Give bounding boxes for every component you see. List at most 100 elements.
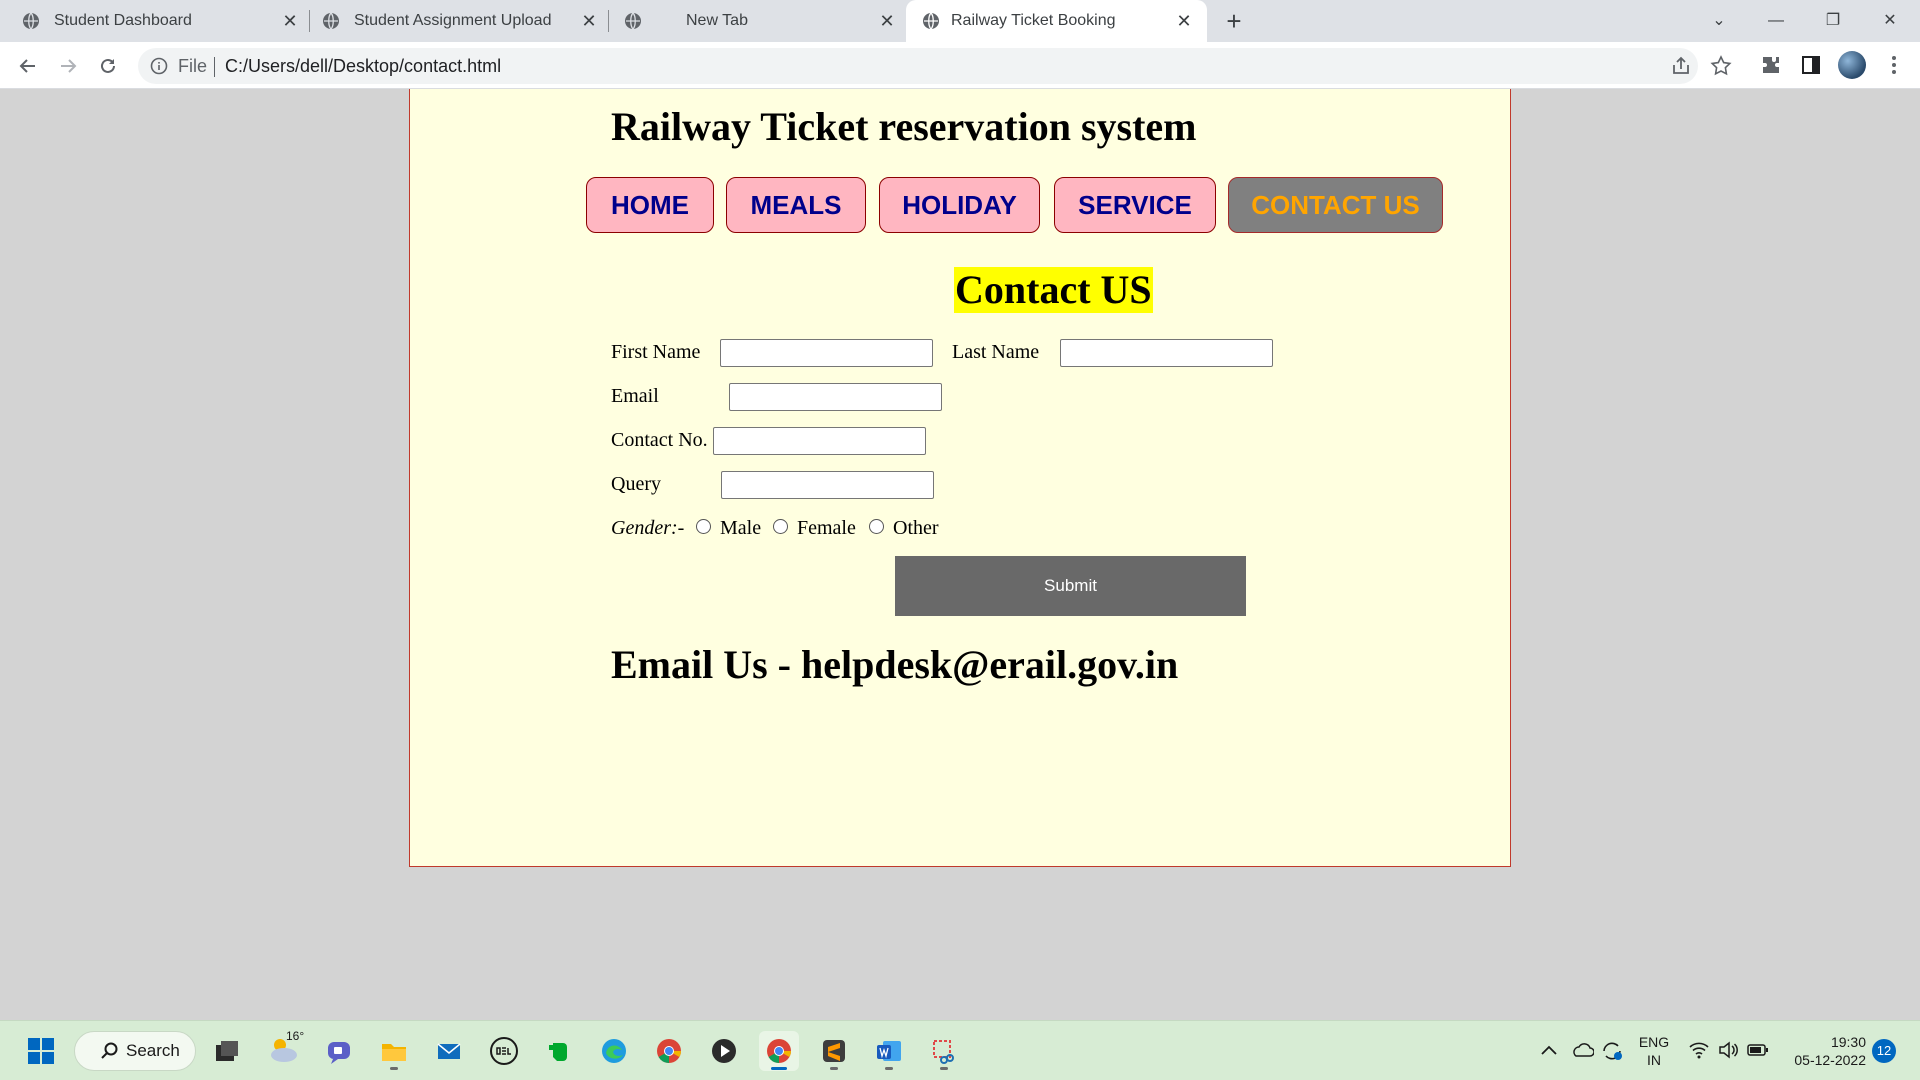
language-secondary[interactable]: IN [1636, 1051, 1672, 1069]
browser-toolbar: File C:/Users/dell/Desktop/contact.html [0, 42, 1920, 89]
scheme-label: File [178, 56, 208, 76]
site-title: Railway Ticket reservation system [611, 104, 1197, 149]
chevron-up-icon[interactable] [1540, 1043, 1558, 1057]
onedrive-cloud-icon[interactable] [1570, 1041, 1594, 1059]
tab-student-assignment-upload[interactable]: Student Assignment Upload ✕ [300, 0, 606, 42]
weather-temperature: 16° [286, 1029, 305, 1043]
globe-icon [625, 12, 641, 30]
globe-icon [323, 12, 339, 30]
close-tab-icon[interactable]: ✕ [877, 11, 897, 31]
globe-icon [923, 12, 939, 30]
close-tab-icon[interactable]: ✕ [1174, 11, 1194, 31]
taskbar-search[interactable]: Search [74, 1031, 196, 1071]
share-icon[interactable] [1670, 55, 1692, 77]
first-name-label: First Name [611, 341, 701, 363]
nav-home-button[interactable]: HOME [586, 177, 714, 233]
contact-no-input[interactable] [713, 427, 926, 455]
chrome-active-icon[interactable] [759, 1031, 799, 1071]
profile-avatar[interactable] [1838, 51, 1866, 79]
dell-icon[interactable] [484, 1031, 524, 1071]
battery-icon[interactable] [1747, 1043, 1769, 1057]
chrome-icon[interactable] [649, 1031, 689, 1071]
globe-icon [23, 12, 39, 30]
teams-chat-icon[interactable] [319, 1031, 359, 1071]
tab-new-tab[interactable]: New Tab ✕ [600, 0, 906, 42]
start-windows-icon[interactable] [21, 1031, 61, 1071]
gender-other-label: Other [893, 517, 939, 539]
extensions-puzzle-icon[interactable] [1759, 53, 1783, 77]
tab-title: Student Dashboard [54, 12, 192, 29]
contact-heading: Contact US [954, 267, 1153, 313]
tab-title: Student Assignment Upload [354, 12, 552, 29]
restore-button[interactable]: ❐ [1815, 6, 1851, 36]
bookmark-star-icon[interactable] [1710, 55, 1732, 77]
back-arrow-icon[interactable] [12, 50, 44, 82]
address-bar[interactable]: File C:/Users/dell/Desktop/contact.html [138, 48, 1732, 84]
first-name-input[interactable] [720, 339, 933, 367]
close-tab-icon[interactable]: ✕ [579, 11, 599, 31]
close-window-button[interactable]: ✕ [1872, 6, 1908, 36]
email-label: Email [611, 385, 659, 407]
reload-icon[interactable] [92, 50, 124, 82]
gender-other-radio[interactable] [869, 519, 884, 534]
running-indicator [885, 1067, 893, 1070]
tab-title: Railway Ticket Booking [951, 12, 1116, 29]
weather-widget-icon[interactable]: 16° [264, 1029, 304, 1071]
sublime-text-icon[interactable] [814, 1031, 854, 1071]
volume-icon[interactable] [1717, 1041, 1739, 1059]
running-indicator [771, 1067, 787, 1070]
clock-date[interactable]: 05-12-2022 [1782, 1051, 1866, 1069]
browser-tab-strip: Student Dashboard ✕ Student Assignment U… [0, 0, 1920, 42]
tab-student-dashboard[interactable]: Student Dashboard ✕ [0, 0, 306, 42]
omnibox-divider [214, 57, 215, 77]
contact-no-label: Contact No. [611, 429, 708, 451]
last-name-label: Last Name [952, 341, 1040, 363]
gender-female-radio[interactable] [773, 519, 788, 534]
submit-button[interactable]: Submit [895, 556, 1246, 616]
sync-icon[interactable] [1600, 1039, 1624, 1063]
page-container: Railway Ticket reservation system HOME M… [409, 89, 1511, 867]
close-tab-icon[interactable]: ✕ [280, 11, 300, 31]
gender-male-label: Male [720, 517, 762, 539]
tab-railway-ticket-booking[interactable]: Railway Ticket Booking ✕ [906, 0, 1207, 42]
side-panel-icon[interactable] [1799, 53, 1823, 77]
media-player-icon[interactable] [704, 1031, 744, 1071]
search-icon [101, 1042, 118, 1059]
new-tab-button[interactable]: + [1220, 8, 1248, 36]
mail-icon[interactable] [429, 1031, 469, 1071]
gender-male-radio[interactable] [696, 519, 711, 534]
clock-time[interactable]: 19:30 [1782, 1033, 1866, 1051]
language-primary[interactable]: ENG [1636, 1033, 1672, 1051]
task-view-icon[interactable] [207, 1031, 247, 1071]
file-explorer-icon[interactable] [374, 1031, 414, 1071]
word-icon[interactable] [869, 1031, 909, 1071]
query-input[interactable] [721, 471, 934, 499]
snipping-tool-icon[interactable] [924, 1031, 964, 1071]
minimize-button[interactable]: — [1758, 6, 1794, 36]
nav-meals-button[interactable]: MEALS [726, 177, 866, 233]
forward-arrow-icon[interactable] [52, 50, 84, 82]
windows-taskbar: Search 16° ENG IN 19:30 05-12-2022 12 [0, 1020, 1920, 1080]
gender-female-label: Female [797, 517, 856, 539]
gender-label: Gender:- [611, 517, 685, 539]
info-icon[interactable] [150, 57, 168, 75]
edge-icon[interactable] [594, 1031, 634, 1071]
email-us-text: Email Us - helpdesk@erail.gov.in [611, 642, 1179, 687]
evernote-icon[interactable] [539, 1031, 579, 1071]
wifi-icon[interactable] [1688, 1041, 1710, 1059]
nav-holiday-button[interactable]: HOLIDAY [879, 177, 1040, 233]
notification-badge[interactable]: 12 [1872, 1039, 1896, 1063]
kebab-menu-icon[interactable] [1882, 53, 1906, 77]
running-indicator [830, 1067, 838, 1070]
nav-contact-us-button[interactable]: CONTACT US [1228, 177, 1443, 233]
running-indicator [940, 1067, 948, 1070]
last-name-input[interactable] [1060, 339, 1273, 367]
running-indicator [390, 1067, 398, 1070]
search-label: Search [126, 1041, 180, 1060]
tab-title: New Tab [686, 12, 748, 29]
tab-search-chevron-down-icon[interactable]: ⌄ [1701, 6, 1737, 36]
nav-service-button[interactable]: SERVICE [1054, 177, 1216, 233]
url-text[interactable]: C:/Users/dell/Desktop/contact.html [225, 56, 501, 77]
email-input[interactable] [729, 383, 942, 411]
query-label: Query [611, 473, 661, 495]
